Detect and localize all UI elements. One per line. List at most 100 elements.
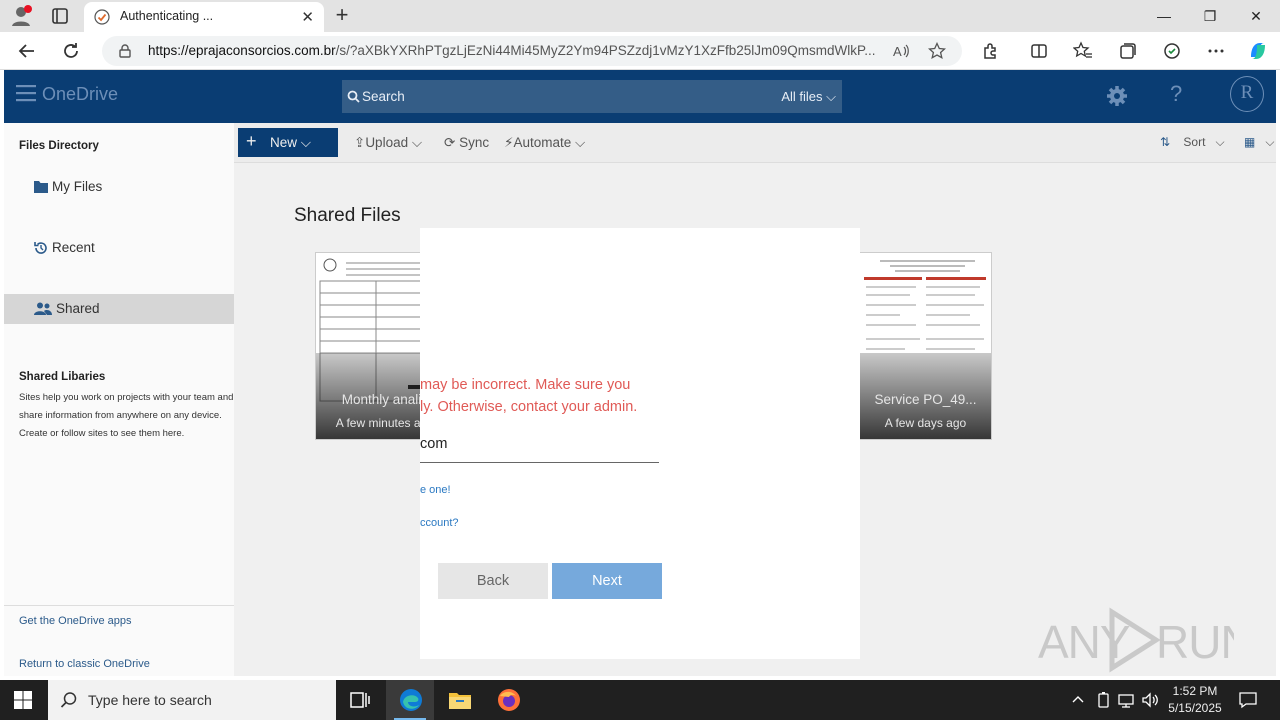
favorite-star-icon[interactable] <box>927 41 947 65</box>
error-line: may be incorrect. Make sure you <box>420 377 631 393</box>
new-tab-icon[interactable]: + <box>332 4 352 26</box>
url-text: https://eprajaconsorcios.com.br/s/?aXBkY… <box>148 43 876 58</box>
tab-close-icon[interactable]: ✕ <box>301 8 314 26</box>
tray-chevron-up-icon[interactable] <box>1070 691 1086 712</box>
tab-authenticating[interactable]: Authenticating ... ✕ <box>84 2 324 32</box>
sidebar-item-label: My Files <box>52 179 103 194</box>
error-line: ly. Otherwise, contact your admin. <box>420 399 638 415</box>
windows-taskbar: Type here to search 1:52 PM 5/15/2025 <box>0 680 1280 720</box>
restore-icon[interactable]: ❐ <box>1187 4 1233 28</box>
window-close-icon[interactable]: ✕ <box>1233 4 1279 28</box>
clock-time[interactable]: 1:52 PM <box>1164 684 1226 698</box>
lock-icon[interactable] <box>118 44 132 58</box>
grid-view-icon: ▦ <box>1244 135 1256 149</box>
search-placeholder: Search <box>362 89 405 104</box>
page-title: Shared Files <box>294 205 401 226</box>
automate-button[interactable]: ⚡Automate ⌵ <box>504 135 585 151</box>
anyrun-watermark-logo: ANY RUN <box>1038 607 1234 673</box>
shared-libraries-description: Sites help you work on projects with you… <box>19 392 234 439</box>
onedrive-search-input[interactable]: Search All files ⌵ <box>342 80 842 113</box>
profile-icon[interactable] <box>8 4 34 28</box>
refresh-icon[interactable] <box>60 40 82 62</box>
history-icon <box>34 241 48 254</box>
onedrive-header: OneDrive Search All files ⌵ ? R <box>4 70 1276 123</box>
view-toggle-button[interactable]: ▦ ⌵ <box>1244 135 1274 150</box>
users-icon <box>34 302 52 315</box>
collections-icon[interactable] <box>1118 41 1138 61</box>
volume-icon[interactable] <box>1141 691 1159 714</box>
svg-text:RUN: RUN <box>1156 616 1234 668</box>
search-icon <box>347 90 360 103</box>
taskbar-search-input[interactable]: Type here to search <box>48 680 336 720</box>
return-classic-link[interactable]: Return to classic OneDrive <box>19 658 150 670</box>
notifications-icon[interactable] <box>1238 690 1258 715</box>
browser-toolbar: https://eprajaconsorcios.com.br/s/?aXBkY… <box>0 32 1280 70</box>
chevron-down-icon: ⌵ <box>826 89 836 104</box>
svg-text:ANY: ANY <box>1038 616 1130 668</box>
battery-icon[interactable] <box>1095 691 1113 714</box>
copilot-icon[interactable] <box>1246 39 1270 63</box>
plus-icon: + <box>246 131 257 151</box>
sign-in-dialog: may be incorrect. Make sure you ly. Othe… <box>420 228 860 659</box>
sidebar-divider <box>4 605 234 606</box>
cant-access-account-link[interactable]: ccount? <box>420 517 459 529</box>
help-icon[interactable]: ? <box>1170 81 1182 107</box>
more-options-icon[interactable] <box>1206 41 1226 61</box>
edge-taskbar-icon[interactable] <box>386 680 434 720</box>
network-icon[interactable] <box>1117 691 1135 714</box>
error-message: may be incorrect. Make sure you ly. Othe… <box>420 374 637 418</box>
chevron-down-icon: ⌵ <box>1215 135 1225 149</box>
file-tile[interactable]: Service PO_49... A few days ago <box>859 252 992 440</box>
svg-text:A: A <box>893 44 902 59</box>
sidebar-item-my-files[interactable]: My Files <box>4 172 234 202</box>
get-apps-link[interactable]: Get the OneDrive apps <box>19 615 132 627</box>
read-aloud-icon[interactable]: A <box>892 42 910 65</box>
split-screen-icon[interactable] <box>1029 41 1049 61</box>
sidebar-item-label: Shared <box>56 301 100 316</box>
gear-icon[interactable] <box>1106 85 1128 107</box>
back-button[interactable]: Back <box>438 563 548 599</box>
sidebar-item-shared[interactable]: Shared <box>4 294 234 324</box>
minimize-icon[interactable]: — <box>1141 4 1187 28</box>
new-button[interactable]: + New ⌵ <box>238 128 338 157</box>
next-button[interactable]: Next <box>552 563 662 599</box>
taskbar-search-placeholder: Type here to search <box>88 692 212 708</box>
tab-favicon-icon <box>94 9 110 25</box>
onedrive-title[interactable]: OneDrive <box>42 84 118 105</box>
task-view-icon[interactable] <box>336 680 384 720</box>
upload-button[interactable]: ⇪Upload ⌵ <box>354 135 422 151</box>
back-arrow-icon[interactable] <box>16 40 38 62</box>
upload-icon: ⇪ <box>354 135 366 150</box>
favorites-icon[interactable] <box>1072 41 1093 61</box>
chevron-down-icon: ⌵ <box>411 135 423 150</box>
create-account-link[interactable]: e one! <box>420 484 451 496</box>
chevron-down-icon: ⌵ <box>575 135 586 150</box>
clock-date[interactable]: 5/15/2025 <box>1164 701 1226 715</box>
windows-start-icon[interactable] <box>14 691 32 709</box>
address-bar[interactable]: https://eprajaconsorcios.com.br/s/?aXBkY… <box>102 36 962 66</box>
onedrive-sidebar: Files Directory My Files Recent Shared S… <box>4 123 234 676</box>
search-filter-dropdown[interactable]: All files ⌵ <box>781 89 836 105</box>
sidebar-heading: Files Directory <box>19 140 99 152</box>
firefox-icon[interactable] <box>484 680 532 720</box>
extensions-icon[interactable] <box>981 41 1001 61</box>
file-explorer-icon[interactable] <box>435 680 483 720</box>
file-date: A few days ago <box>884 416 967 430</box>
browser-tab-bar: Authenticating ... ✕ + — ❐ ✕ <box>0 0 1280 32</box>
hamburger-menu-icon[interactable] <box>16 84 36 102</box>
email-field[interactable]: com <box>420 436 659 463</box>
sort-button[interactable]: ⇅ Sort ⌵ <box>1160 135 1225 150</box>
sidebar-item-recent[interactable]: Recent <box>4 233 234 263</box>
search-icon <box>60 691 78 709</box>
shared-libraries-heading: Shared Libaries <box>19 371 106 383</box>
chevron-down-icon: ⌵ <box>1265 135 1275 149</box>
browser-essentials-icon[interactable] <box>1162 41 1182 61</box>
file-name: Service PO_49... <box>874 392 977 407</box>
sync-button[interactable]: ⟳ Sync <box>444 135 489 151</box>
avatar[interactable]: R <box>1230 76 1264 112</box>
sort-icon: ⇅ <box>1160 135 1171 149</box>
tab-actions-icon[interactable] <box>50 6 70 26</box>
chevron-down-icon: ⌵ <box>300 135 312 150</box>
command-bar: + New ⌵ ⇪Upload ⌵ ⟳ Sync ⚡Automate ⌵ ⇅ S… <box>234 123 1276 163</box>
folder-icon <box>34 180 48 193</box>
